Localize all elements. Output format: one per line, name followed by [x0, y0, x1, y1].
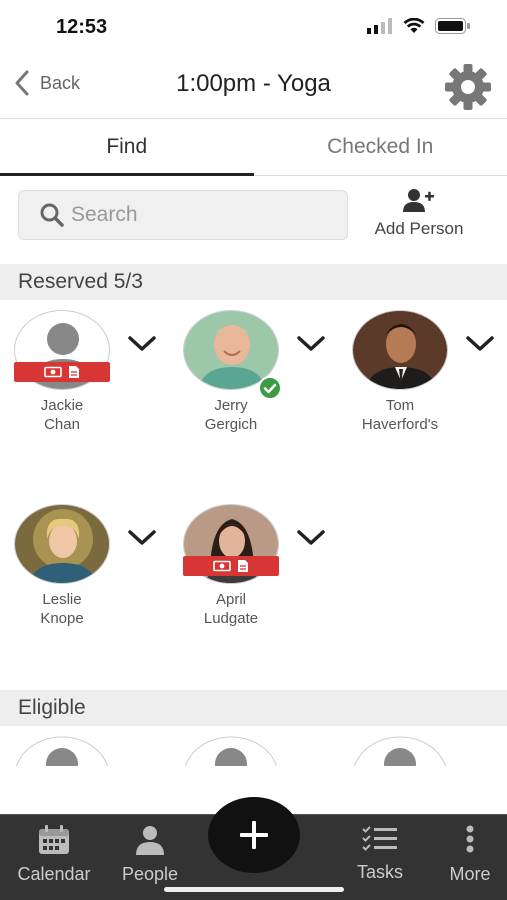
home-indicator: [164, 887, 344, 892]
avatar-photo: [14, 504, 110, 584]
person-name: Jackie Chan: [0, 396, 124, 434]
person-photo: [15, 505, 109, 583]
check-icon: [263, 383, 277, 394]
section-header-eligible: Eligible: [0, 690, 507, 726]
person-name: Leslie Knope: [0, 590, 124, 628]
search-input[interactable]: [71, 203, 331, 227]
person-last-name: Chan: [44, 416, 80, 433]
eligible-avatar[interactable]: [352, 736, 448, 766]
chevron-down-icon[interactable]: [128, 528, 156, 548]
tab-find[interactable]: Find: [0, 119, 254, 176]
search-box[interactable]: [18, 190, 348, 240]
add-person-label: Add Person: [374, 219, 464, 238]
chevron-down-icon[interactable]: [297, 528, 325, 548]
default-person-icon: [16, 736, 108, 766]
plus-icon: [240, 821, 268, 849]
search-row: Add Person: [0, 188, 507, 244]
add-fab-button[interactable]: [208, 797, 300, 873]
status-icons: [367, 18, 471, 34]
tab-calendar[interactable]: Calendar: [4, 825, 104, 885]
gear-icon: [445, 64, 491, 110]
add-person-icon: [403, 189, 434, 212]
person-name: April Ludgate: [169, 590, 293, 628]
navigation-bar: 1:00pm - Yoga Back: [0, 56, 507, 116]
eligible-avatar[interactable]: [183, 736, 279, 766]
chevron-down-icon[interactable]: [128, 334, 156, 354]
back-label: Back: [40, 72, 81, 93]
cash-icon: [44, 366, 62, 378]
avatar-wrap: [183, 504, 279, 584]
avatar-wrap: [14, 504, 110, 584]
settings-button[interactable]: [443, 62, 493, 112]
wifi-icon: [403, 18, 425, 33]
tab-more-label: More: [449, 864, 491, 884]
tab-tasks[interactable]: Tasks: [330, 825, 430, 883]
tab-tasks-label: Tasks: [356, 862, 403, 882]
add-person-button[interactable]: Add Person: [366, 188, 472, 239]
tab-people-label: People: [121, 864, 179, 884]
chevron-down-icon[interactable]: [297, 334, 325, 354]
cellular-signal-icon: [367, 18, 392, 34]
tab-checked-in[interactable]: Checked In: [254, 119, 507, 175]
document-icon: [238, 560, 248, 572]
bottom-tab-bar: Calendar People Tasks More: [0, 797, 507, 900]
section-header-reserved: Reserved 5/3: [0, 264, 507, 300]
person-first-name: April: [215, 591, 246, 608]
person-last-name: Haverford's: [361, 416, 439, 433]
person-name: Tom Haverford's: [338, 396, 462, 434]
search-icon: [40, 203, 64, 227]
avatar-wrap: [183, 310, 282, 400]
avatar-wrap: [14, 310, 110, 390]
payment-alert-badge[interactable]: [14, 362, 110, 382]
back-button[interactable]: Back: [14, 70, 80, 96]
default-person-icon: [354, 736, 446, 766]
person-first-name: Jackie: [40, 397, 84, 414]
avatar-wrap: [352, 310, 448, 390]
person-last-name: Gergich: [204, 416, 258, 433]
person-last-name: Knope: [40, 610, 84, 627]
more-icon: [466, 825, 474, 853]
checklist-icon: [362, 826, 397, 851]
tab-more[interactable]: More: [420, 825, 507, 885]
person-first-name: Tom: [385, 397, 415, 414]
calendar-icon: [39, 825, 69, 854]
status-time: 12:53: [56, 16, 108, 38]
person-icon: [136, 826, 164, 855]
default-person-icon: [185, 736, 277, 766]
person-first-name: Leslie: [42, 591, 82, 608]
person-photo: [353, 311, 447, 389]
battery-icon: [435, 18, 470, 34]
tab-people[interactable]: People: [100, 825, 200, 885]
cash-icon: [213, 560, 231, 572]
person-name: Jerry Gergich: [169, 396, 293, 434]
status-bar: 12:53: [0, 0, 507, 56]
person-last-name: Ludgate: [203, 610, 259, 627]
segment-tabs: Find Checked In: [0, 118, 507, 176]
eligible-avatar[interactable]: [14, 736, 110, 766]
document-icon: [69, 366, 79, 378]
avatar-photo: [352, 310, 448, 390]
payment-alert-badge[interactable]: [183, 556, 279, 576]
chevron-down-icon[interactable]: [466, 334, 494, 354]
chevron-left-icon: [15, 70, 29, 96]
person-first-name: Jerry: [214, 397, 248, 414]
tab-calendar-label: Calendar: [17, 864, 91, 884]
